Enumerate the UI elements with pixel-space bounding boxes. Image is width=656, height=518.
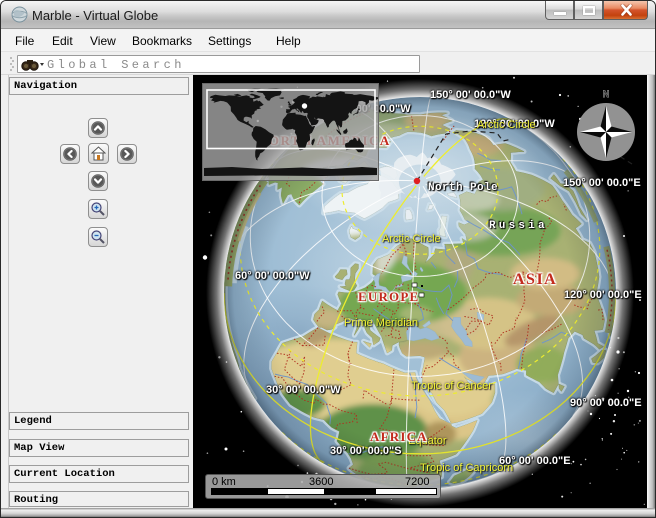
svg-text:N: N	[603, 89, 610, 99]
